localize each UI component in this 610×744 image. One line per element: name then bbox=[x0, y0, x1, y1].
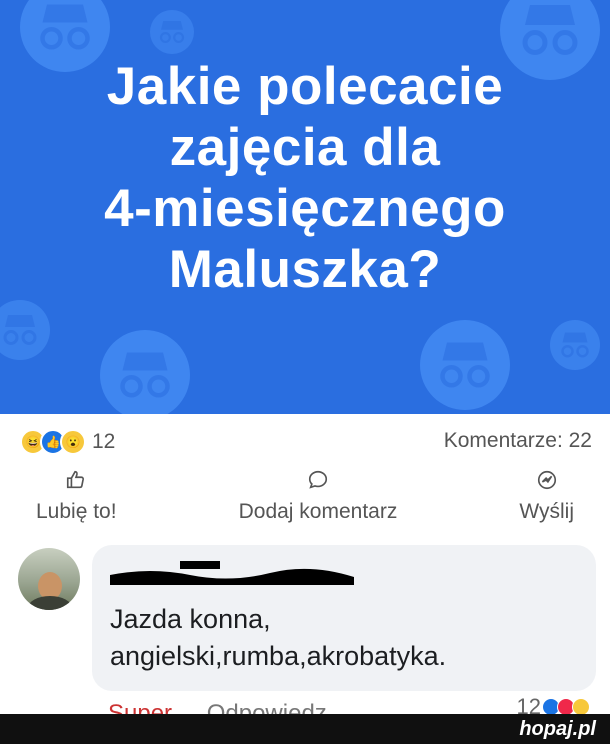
incognito-icon bbox=[0, 300, 50, 360]
incognito-icon bbox=[100, 330, 190, 414]
like-button-label: Lubię to! bbox=[36, 500, 117, 523]
incognito-icon bbox=[420, 320, 510, 410]
comment: Jazda konna, angielski,rumba,akrobatyka.… bbox=[0, 540, 610, 727]
reactions-summary[interactable]: 😆 👍 😮 12 bbox=[20, 429, 115, 455]
comment-bubble-icon bbox=[307, 466, 329, 494]
incognito-icon bbox=[150, 10, 194, 54]
comment-button[interactable]: Dodaj komentarz bbox=[238, 466, 398, 540]
comment-text: Jazda konna, angielski,rumba,akrobatyka. bbox=[110, 604, 447, 671]
like-button[interactable]: Lubię to! bbox=[36, 466, 117, 540]
watermark-bar: hopaj.pl bbox=[0, 714, 610, 744]
author-name-redacted bbox=[110, 561, 354, 585]
share-button-label: Wyślij bbox=[519, 500, 574, 523]
reaction-count: 12 bbox=[92, 430, 116, 453]
post-banner: Jakie polecacie zajęcia dla 4-miesięczne… bbox=[0, 0, 610, 414]
comment-button-label: Dodaj komentarz bbox=[238, 500, 398, 523]
post-title: Jakie polecacie zajęcia dla 4-miesięczne… bbox=[104, 57, 506, 299]
avatar[interactable] bbox=[18, 548, 80, 610]
messenger-icon bbox=[536, 466, 558, 494]
post-actions: Lubię to! Dodaj komentarz Wyślij bbox=[0, 466, 610, 540]
comment-bubble: Jazda konna, angielski,rumba,akrobatyka. bbox=[92, 545, 596, 691]
watermark: hopaj.pl bbox=[519, 718, 596, 740]
incognito-icon bbox=[550, 320, 600, 370]
comments-count[interactable]: Komentarze: 22 bbox=[444, 429, 592, 453]
thumbs-up-icon bbox=[65, 466, 87, 494]
wow-icon: 😮 bbox=[60, 429, 86, 455]
stats-bar: 😆 👍 😮 12 Komentarze: 22 bbox=[0, 414, 610, 466]
share-button[interactable]: Wyślij bbox=[519, 466, 574, 540]
